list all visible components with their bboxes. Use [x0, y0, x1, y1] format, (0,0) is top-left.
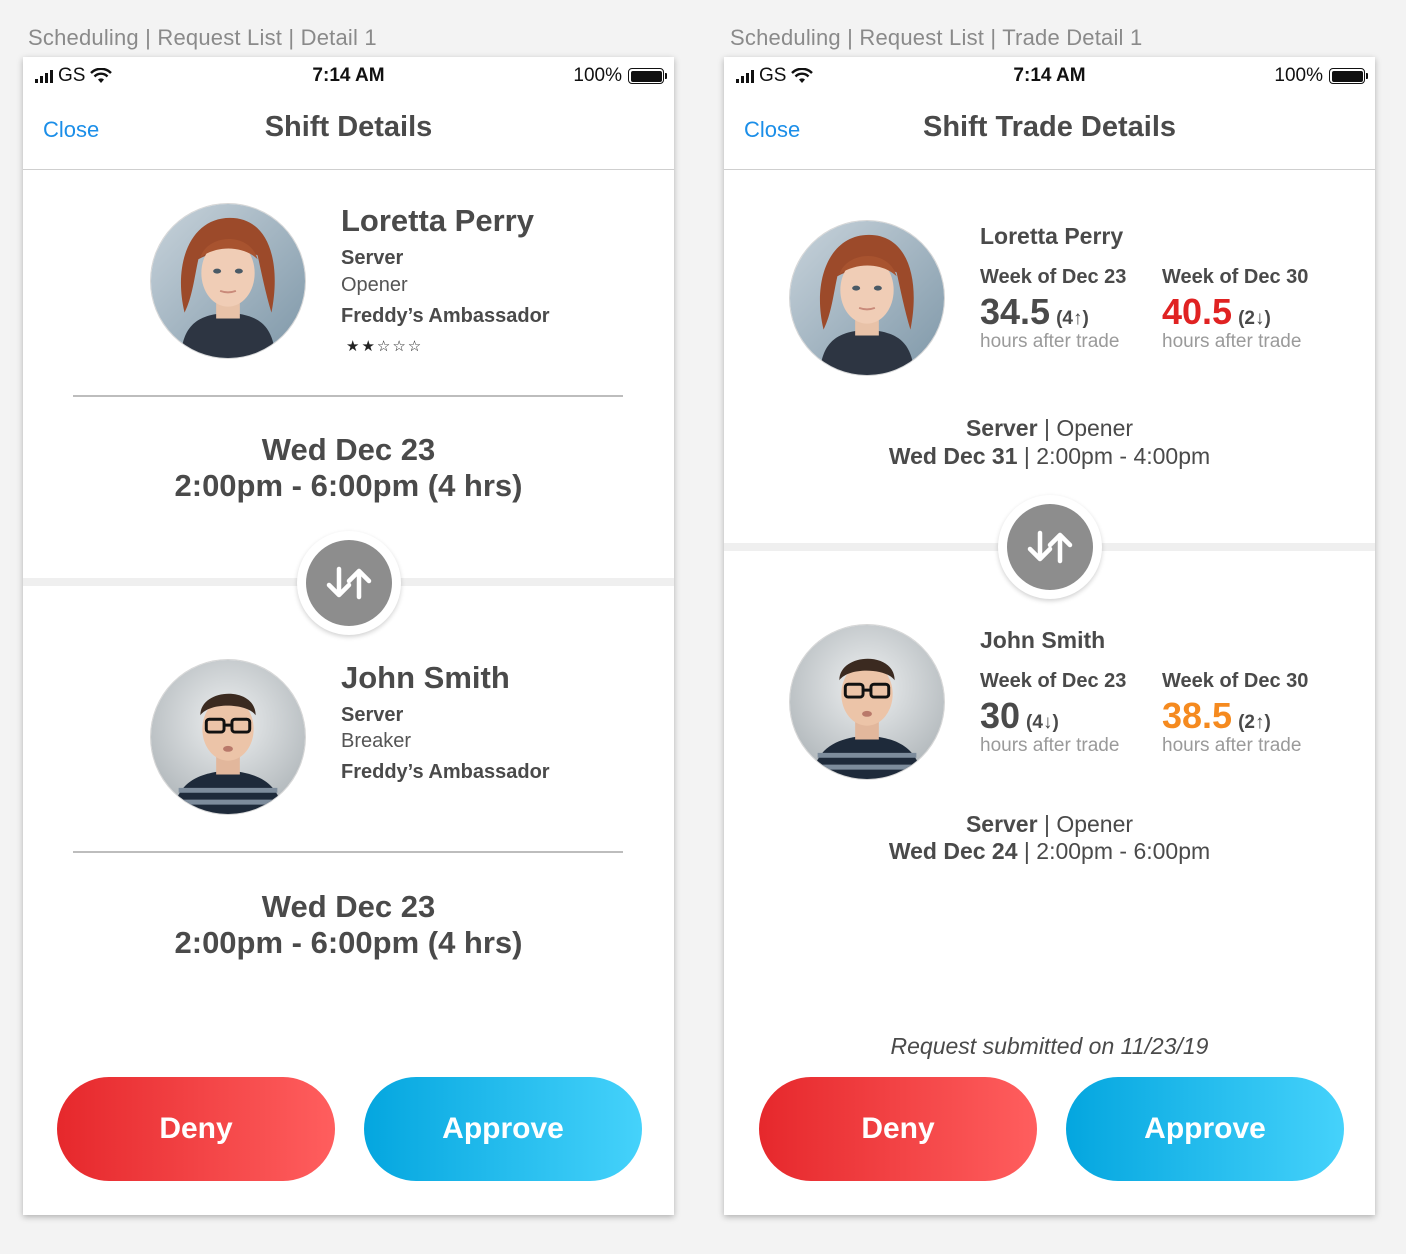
deny-button[interactable]: Deny	[759, 1077, 1037, 1181]
battery-percent: 100%	[573, 65, 622, 86]
employee-badge: Freddy’s Ambassador	[341, 305, 550, 327]
battery-percent: 100%	[1274, 65, 1323, 86]
battery-icon	[628, 68, 667, 84]
week-label: Week of Dec 23	[980, 670, 1127, 692]
avatar-loretta	[789, 220, 945, 376]
shift-time: 2:00pm - 6:00pm (4 hrs)	[174, 925, 523, 960]
swap-arrows-icon	[1007, 504, 1093, 590]
status-bar: GS 7:14 AM 100%	[724, 57, 1375, 93]
hours-caption: hours after trade	[980, 331, 1120, 352]
shift-summary: Server | Opener	[724, 414, 1375, 442]
shift-summary: Server | Opener	[724, 810, 1375, 838]
hours-delta: (2↓)	[1238, 308, 1271, 329]
shift-time: 2:00pm - 6:00pm	[1036, 838, 1211, 864]
approve-button[interactable]: Approve	[1066, 1077, 1344, 1181]
status-bar: GS 7:14 AM 100%	[23, 57, 674, 93]
hours-caption: hours after trade	[1162, 735, 1302, 756]
nav-bar: Close Shift Details	[23, 93, 674, 170]
swap-button[interactable]	[998, 495, 1102, 599]
employee-shift-type: Breaker	[341, 730, 412, 752]
employee-badge: Freddy’s Ambassador	[341, 761, 550, 783]
employee-shift-type: Opener	[341, 274, 408, 296]
hours-value-row: 34.5 (4↑)	[980, 291, 1150, 333]
avatar-loretta	[150, 203, 306, 359]
hours-value: 34.5	[980, 291, 1051, 332]
divider	[73, 851, 623, 853]
star-rating: ★★☆☆☆	[346, 338, 424, 355]
status-right: 100%	[1274, 65, 1368, 87]
hours-delta: (2↑)	[1238, 712, 1271, 733]
employee-name: Loretta Perry	[341, 203, 534, 238]
hours-delta: (4↓)	[1026, 712, 1059, 733]
board-label-trade-detail: Scheduling | Request List | Trade Detail…	[730, 25, 1143, 50]
avatar-john	[150, 659, 306, 815]
hours-value-row: 30 (4↓)	[980, 695, 1150, 737]
approve-button[interactable]: Approve	[364, 1077, 642, 1181]
swap-arrows-icon	[306, 540, 392, 626]
separator: |	[1043, 811, 1050, 837]
week-hours-dec23: Week of Dec 23 30 (4↓) hours after trade	[980, 670, 1150, 757]
page-title: Shift Trade Details	[922, 111, 1176, 143]
shift-type: Opener	[1056, 415, 1134, 441]
divider	[73, 395, 623, 397]
week-label: Week of Dec 30	[1162, 266, 1309, 288]
nav-bar: Close Shift Trade Details	[724, 93, 1375, 170]
employee-role: Server	[341, 704, 404, 726]
hours-caption: hours after trade	[1162, 331, 1302, 352]
hours-value-warning: 38.5	[1162, 695, 1233, 736]
shift-date: Wed Dec 31	[888, 443, 1018, 469]
hours-caption: hours after trade	[980, 735, 1120, 756]
separator: |	[1023, 838, 1030, 864]
week-label: Week of Dec 23	[980, 266, 1127, 288]
hours-value: 30	[980, 695, 1021, 736]
phone-screen-shift-details: GS 7:14 AM 100% Close Shift Details Lore…	[23, 57, 674, 1215]
shift-date: Wed Dec 24	[888, 838, 1018, 864]
hours-delta: (4↑)	[1056, 308, 1089, 329]
page-title: Shift Details	[264, 111, 433, 143]
shift-when: Wed Dec 24 | 2:00pm - 6:00pm	[724, 837, 1375, 865]
employee-role: Server	[341, 247, 404, 269]
board-label-detail: Scheduling | Request List | Detail 1	[28, 25, 377, 50]
shift-time: 2:00pm - 6:00pm (4 hrs)	[174, 468, 523, 503]
shift-type: Opener	[1056, 811, 1134, 837]
week-hours-dec23: Week of Dec 23 34.5 (4↑) hours after trad…	[980, 266, 1150, 353]
deny-button[interactable]: Deny	[57, 1077, 335, 1181]
hours-value-row: 38.5 (2↑)	[1162, 695, 1332, 737]
swap-button[interactable]	[297, 531, 401, 635]
separator: |	[1043, 415, 1050, 441]
shift-date: Wed Dec 23	[261, 889, 436, 924]
week-hours-dec30: Week of Dec 30 38.5 (2↑) hours after trad…	[1162, 670, 1332, 757]
request-submitted-note: Request submitted on 11/23/19	[890, 1033, 1209, 1059]
shift-role: Server	[965, 811, 1038, 837]
shift-date: Wed Dec 23	[261, 432, 436, 467]
shift-when: Wed Dec 31 | 2:00pm - 4:00pm	[724, 442, 1375, 470]
hours-value-row: 40.5 (2↓)	[1162, 291, 1332, 333]
phone-screen-shift-trade-details: GS 7:14 AM 100% Close Shift Trade Detail…	[724, 57, 1375, 1215]
employee-name: John Smith	[980, 627, 1106, 653]
shift-role: Server	[965, 415, 1038, 441]
week-hours-dec30: Week of Dec 30 40.5 (2↓) hours after trad…	[1162, 266, 1332, 353]
battery-icon	[1329, 68, 1368, 84]
hours-value-over: 40.5	[1162, 291, 1233, 332]
separator: |	[1023, 443, 1030, 469]
status-right: 100%	[573, 65, 667, 87]
shift-time: 2:00pm - 4:00pm	[1036, 443, 1211, 469]
week-label: Week of Dec 30	[1162, 670, 1309, 692]
employee-name: John Smith	[341, 660, 510, 695]
employee-name: Loretta Perry	[980, 223, 1124, 249]
avatar-john	[789, 624, 945, 780]
